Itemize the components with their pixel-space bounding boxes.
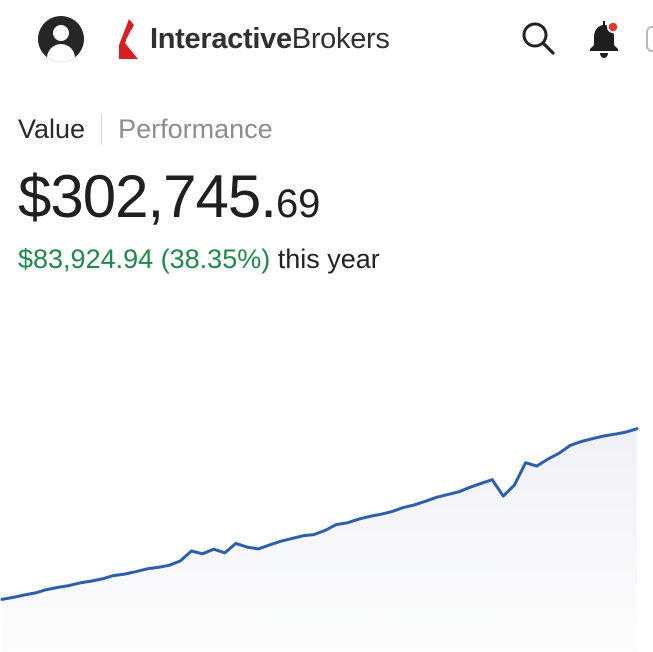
logo-wordmark: InteractiveBrokers [150, 23, 390, 56]
ytd-change: $83,924.94 (38.35%) this year [18, 244, 380, 275]
change-percent: (38.35%) [160, 244, 271, 274]
interactive-brokers-logo: InteractiveBrokers [116, 14, 390, 64]
account-balance: $302,745.69 [18, 162, 320, 231]
logo-text-bold: Interactive [150, 22, 292, 55]
tab-value[interactable]: Value [18, 113, 103, 145]
user-avatar-icon[interactable] [38, 16, 84, 62]
app-header: InteractiveBrokers [0, 0, 653, 90]
bell-icon[interactable] [584, 18, 624, 58]
change-amount: $83,924.94 [18, 244, 154, 274]
tab-performance[interactable]: Performance [102, 114, 273, 145]
notification-dot [608, 22, 618, 32]
avatar-head [53, 25, 69, 41]
balance-main: $302,745. [18, 163, 277, 230]
avatar-body [47, 44, 75, 62]
ib-logo-mark-icon [119, 19, 138, 59]
view-tabs: Value Performance [18, 110, 273, 148]
portfolio-value-chart [0, 427, 639, 652]
search-icon[interactable] [518, 18, 558, 58]
balance-cents: 69 [275, 182, 321, 226]
change-period: this year [277, 244, 380, 274]
edge-menu-icon [646, 26, 653, 52]
logo-text-light: Brokers [291, 22, 390, 55]
